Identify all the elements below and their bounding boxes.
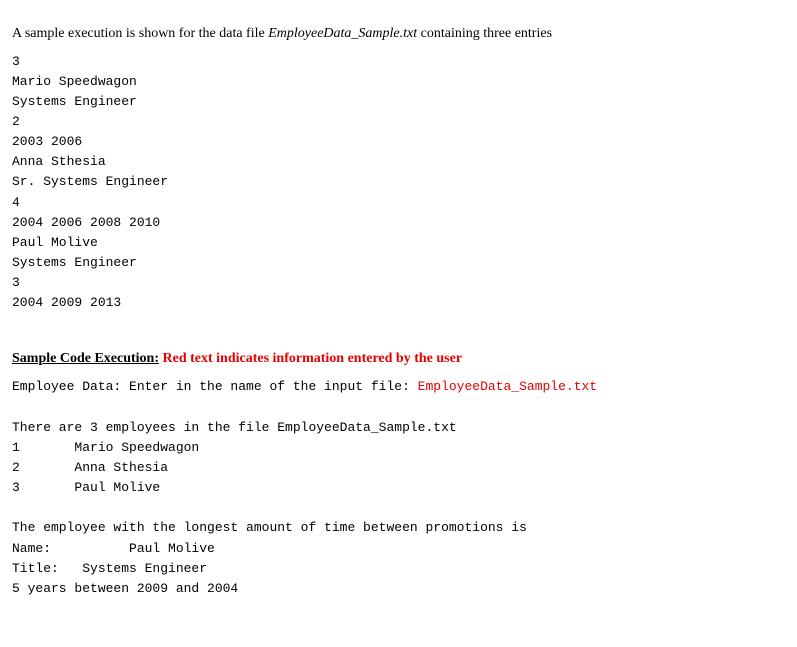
exec-longest-intro: The employee with the longest amount of …: [12, 520, 527, 535]
execution-output: Employee Data: Enter in the name of the …: [12, 377, 785, 599]
intro-suffix: containing three entries: [417, 26, 552, 41]
intro-prefix: A sample execution is shown for the data…: [12, 26, 268, 41]
heading-label: Sample Code Execution:: [12, 351, 159, 366]
exec-prompt: Employee Data: Enter in the name of the …: [12, 379, 418, 394]
data-file-contents: 3 Mario Speedwagon Systems Engineer 2 20…: [12, 52, 785, 314]
exec-name-line: Name: Paul Molive: [12, 541, 215, 556]
exec-summary-line: There are 3 employees in the file Employ…: [12, 420, 457, 435]
exec-employee-list: 1 Mario Speedwagon 2 Anna Sthesia 3 Paul…: [12, 440, 199, 495]
exec-years-line: 5 years between 2009 and 2004: [12, 581, 238, 596]
heading-red-text: Red text indicates information entered b…: [163, 351, 463, 366]
sample-execution-heading: Sample Code Execution: Red text indicate…: [12, 351, 785, 367]
intro-paragraph: A sample execution is shown for the data…: [12, 24, 785, 44]
intro-filename: EmployeeData_Sample.txt: [268, 26, 417, 41]
exec-title-line: Title: Systems Engineer: [12, 561, 207, 576]
user-input-filename: EmployeeData_Sample.txt: [418, 379, 597, 394]
